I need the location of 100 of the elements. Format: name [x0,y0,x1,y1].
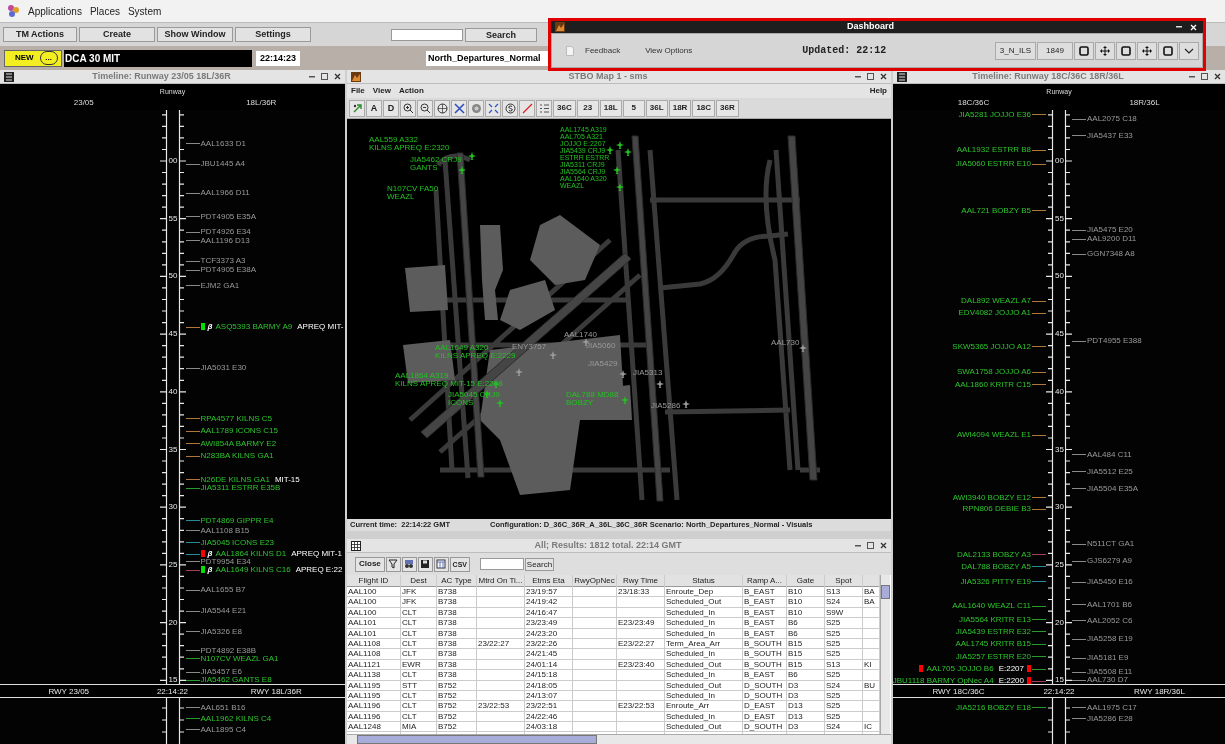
table-cell: S25 [825,670,841,680]
dashboard-tool-button[interactable] [1137,41,1157,60]
minimize-icon[interactable] [855,75,861,78]
tool-button[interactable] [401,556,417,572]
search-button[interactable]: Search [465,27,537,42]
tick-label: 35 [167,445,179,454]
search-field[interactable] [391,28,463,41]
menu-item[interactable]: View Options [645,44,693,57]
table-cell: 24/19:42 [525,597,558,607]
dashboard-tool-button[interactable] [1095,41,1115,60]
menu-item[interactable]: Places [89,3,120,19]
aircraft-label: JIA5429 [588,360,618,368]
dashboard-tool-button[interactable] [1158,41,1178,60]
runway-button[interactable]: 18C [692,99,716,117]
tick-label: 00 [1054,157,1065,165]
runway-button[interactable]: 23 [576,99,599,117]
toolbar-button[interactable]: TM Actions [3,27,77,42]
runway-button[interactable]: 18L [599,99,622,117]
runway-button[interactable]: 36R [716,99,739,117]
column-header[interactable]: Gate [787,575,825,587]
minimize-icon[interactable] [855,544,861,547]
menu-item[interactable]: View [372,85,391,97]
tool-button[interactable] [485,99,501,117]
menu-item[interactable]: Help [869,85,887,97]
tool-button[interactable] [417,99,433,117]
square-icon [1079,45,1089,56]
tool-button[interactable]: D [383,99,399,117]
maximize-icon[interactable] [321,73,328,80]
runway-button[interactable]: 18R [668,99,692,117]
flight-label: JIA5450 E16 [1087,578,1133,586]
table-cell: 24/22:46 [525,711,558,722]
menu-item[interactable]: Applications [28,3,82,19]
aircraft-label: JIA5313 [633,369,663,377]
menu-item[interactable]: File [351,85,365,97]
column-header[interactable]: Etms Eta [525,575,573,587]
tool-button[interactable] [434,99,450,117]
menu-item[interactable]: Feedback [585,44,621,57]
menu-item[interactable]: Action [398,85,424,97]
menu-item[interactable]: System [127,3,162,19]
table-cell: 23/22:51 [525,701,558,711]
table-cell: B_EAST [743,618,775,628]
dashboard-tool-button[interactable] [1116,41,1136,60]
runway-button[interactable]: 36L [645,99,668,117]
maximize-icon[interactable] [867,73,874,80]
flight-label: JIA5462 GANTS E8 [200,676,272,684]
dashboard-button[interactable]: 1849 [1037,41,1073,60]
vertical-scrollbar[interactable] [880,575,890,734]
column-header[interactable]: Dest [401,575,437,587]
logo-icon[interactable] [6,4,20,18]
flight-label: AAL651 B16 [200,703,246,711]
close-icon[interactable] [880,542,887,549]
tick-label: 50 [1054,272,1065,281]
column-heading: 18R/36L [1129,98,1160,107]
column-header[interactable]: Rwy Time [617,575,665,587]
maximize-icon[interactable] [867,542,874,549]
tool-button[interactable]: A [366,99,382,117]
close-icon[interactable] [334,73,341,80]
dashboard-tool-button[interactable] [1074,41,1094,60]
column-header[interactable]: AC Type [437,575,477,587]
runway-button[interactable]: 36C [553,99,576,117]
tool-button[interactable] [400,99,416,117]
flight-label: AAL1789 ICONS C15 [200,427,278,435]
close-button[interactable]: Close [355,556,385,572]
toolbar-button[interactable]: Create [79,27,155,42]
minimize-icon[interactable] [309,75,315,78]
table-cell: S25 [825,690,841,701]
table-cell: E23/22:27 [617,638,655,649]
tool-button[interactable] [536,99,552,117]
tool-button[interactable] [451,99,467,117]
table-cell: B738 [437,659,457,670]
table-cell: D_SOUTH [743,690,783,701]
minimize-icon[interactable] [1189,75,1195,78]
column-header[interactable]: Mtrd On Ti... [477,575,525,587]
close-icon[interactable] [880,73,887,80]
toolbar-button[interactable]: Show Window [157,27,233,42]
tool-button[interactable] [502,99,518,117]
table-cell: CLT [401,638,417,649]
tool-button[interactable] [417,556,433,572]
dashboard-button[interactable]: 3_N_ILS [994,41,1036,60]
close-icon[interactable] [1214,73,1221,80]
column-header[interactable]: Status [665,575,743,587]
search-button[interactable]: Search [524,557,555,571]
flight-label: PDT4892 E38B [200,646,257,654]
table-cell: D_EAST [743,711,776,722]
horizontal-scrollbar[interactable] [347,734,891,744]
toolbar-button[interactable]: Settings [235,27,311,42]
table-cell: 24/03:18 [525,722,558,732]
tick-label: 00 [167,157,179,165]
more-button[interactable]: ... [39,51,58,65]
runway-button[interactable]: 5 [622,99,645,117]
column-header[interactable]: RwyOpNec [573,575,617,587]
tool-button[interactable] [385,556,401,572]
flight-label: JIA5031 E30 [200,364,247,372]
table-cell: B_EAST [743,607,775,618]
window-title: STBO Map 1 - sms [568,69,648,83]
maximize-icon[interactable] [1201,73,1208,80]
minimize-icon[interactable] [1176,26,1182,28]
column-header[interactable]: Flight ID [347,575,401,587]
column-header[interactable]: Ramp A... [743,575,787,587]
search-field[interactable] [479,558,524,570]
